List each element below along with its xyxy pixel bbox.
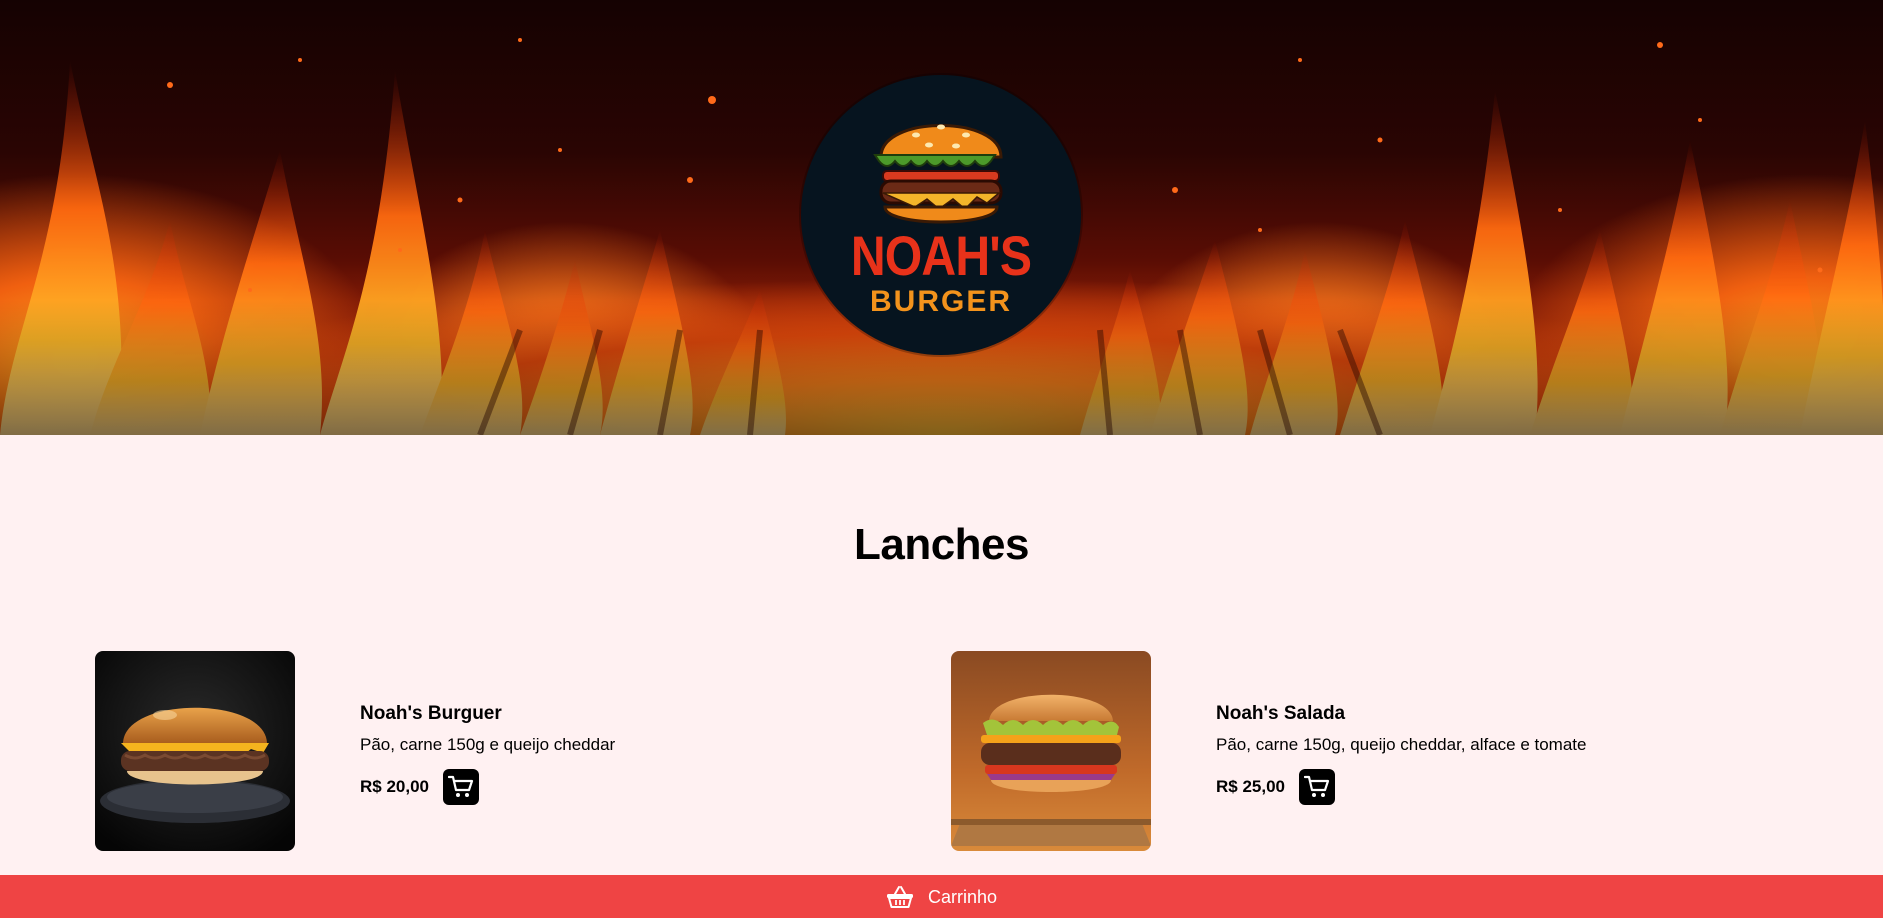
- menu-item: Noah's Salada Pão, carne 150g, queijo ch…: [951, 651, 1711, 851]
- burger-photo: [95, 651, 295, 851]
- cart-button[interactable]: Carrinho: [0, 875, 1883, 918]
- cart-icon: [448, 775, 474, 797]
- hero-banner: NOAH'S BURGER: [0, 0, 1883, 435]
- cart-icon: [1304, 775, 1330, 797]
- item-name: Noah's Burguer: [360, 703, 502, 724]
- item-info: Noah's Burguer Pão, carne 150g e queijo …: [360, 701, 840, 805]
- salad-burger-photo: [951, 651, 1151, 851]
- brand-logo: NOAH'S BURGER: [801, 75, 1081, 355]
- item-name: Noah's Salada: [1216, 703, 1346, 724]
- add-to-cart-button[interactable]: [1299, 769, 1335, 805]
- price-row: R$ 20,00: [360, 769, 840, 805]
- basket-icon: [886, 885, 914, 909]
- add-to-cart-button[interactable]: [443, 769, 479, 805]
- section-title: Lanches: [853, 520, 1030, 569]
- item-info: Noah's Salada Pão, carne 150g, queijo ch…: [1216, 701, 1696, 805]
- cart-label: Carrinho: [927, 886, 998, 907]
- menu-item: Noah's Burguer Pão, carne 150g e queijo …: [95, 651, 855, 851]
- item-description: Pão, carne 150g e queijo cheddar: [360, 735, 616, 754]
- brand-name-secondary: BURGER: [869, 285, 1012, 318]
- item-description: Pão, carne 150g, queijo cheddar, alface …: [1216, 735, 1587, 754]
- item-price: R$ 25,00: [1216, 777, 1285, 796]
- price-row: R$ 25,00: [1216, 769, 1696, 805]
- brand-name-primary: NOAH'S: [850, 224, 1032, 287]
- item-price: R$ 20,00: [360, 777, 429, 796]
